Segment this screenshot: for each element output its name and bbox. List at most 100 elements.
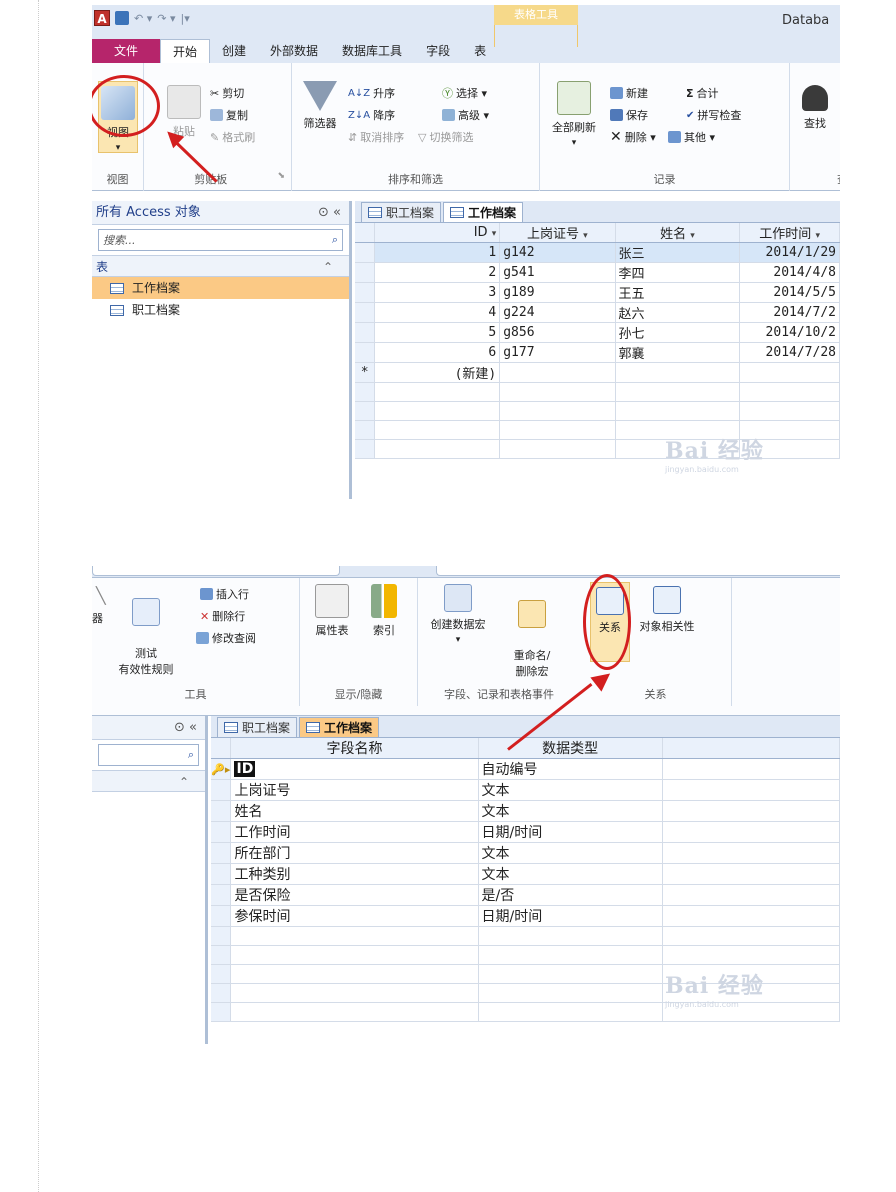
modify-lookups-button[interactable]: 修改查阅 <box>196 630 256 646</box>
search-icon[interactable]: ⌕ <box>188 748 194 762</box>
data-type-cell[interactable]: 日期/时间 <box>478 821 663 843</box>
description-cell[interactable] <box>662 842 840 864</box>
more-button[interactable]: 其他 ▾ <box>668 129 715 145</box>
cell-cert[interactable]: g189 <box>499 282 616 303</box>
select-all-corner[interactable] <box>355 223 376 243</box>
builder-button[interactable]: 器 <box>92 610 103 626</box>
new-record-row[interactable]: * (新建) <box>355 362 840 383</box>
cell-work-time[interactable]: 2014/7/2 <box>739 302 840 323</box>
toggle-filter-button[interactable]: ▽ 切换筛选 <box>418 129 473 145</box>
field-name-cell[interactable]: 姓名 <box>230 800 479 822</box>
save-record-button[interactable]: 保存 <box>610 107 648 123</box>
nav-collapse-icon[interactable]: ⊙ « <box>174 716 197 739</box>
row-selector[interactable] <box>211 905 232 927</box>
data-type-cell[interactable]: 文本 <box>478 800 663 822</box>
format-painter-button[interactable]: ✎ 格式刷 <box>210 129 255 145</box>
cell-name[interactable]: 孙七 <box>615 322 741 343</box>
search-icon[interactable]: ⌕ <box>332 233 338 247</box>
cell-id[interactable]: 1 <box>374 242 501 263</box>
cell-name[interactable]: 郭襄 <box>615 342 741 363</box>
save-icon[interactable] <box>115 11 129 25</box>
data-type-cell[interactable]: 自动编号 <box>478 758 663 780</box>
description-cell[interactable] <box>662 800 840 822</box>
tab-external-data[interactable]: 外部数据 <box>258 39 330 63</box>
table-row[interactable]: 6 g177 郭襄 2014/7/28 <box>355 342 840 363</box>
chevron-up-icon[interactable]: ⌃ <box>323 256 333 276</box>
filter-button[interactable]: 筛选器 <box>298 81 342 131</box>
description-cell[interactable] <box>662 758 840 780</box>
row-selector[interactable] <box>355 322 376 343</box>
copy-button[interactable]: 复制 <box>210 107 248 123</box>
data-type-cell[interactable]: 文本 <box>478 842 663 864</box>
cell-work-time[interactable]: 2014/5/5 <box>739 282 840 303</box>
cell-cert[interactable]: g224 <box>499 302 616 323</box>
doc-tab-work-records[interactable]: 工作档案 <box>299 717 380 737</box>
delete-record-button[interactable]: ✕ 删除 ▾ <box>610 129 656 145</box>
description-cell[interactable] <box>662 779 840 801</box>
field-row[interactable]: 参保时间 日期/时间 <box>211 905 840 927</box>
data-type-cell[interactable]: 文本 <box>478 779 663 801</box>
nav-pane-header[interactable]: 所有 Access 对象 ⊙ « <box>92 201 349 225</box>
data-type-cell[interactable]: 是/否 <box>478 884 663 906</box>
dialog-launcher-icon[interactable]: ⬊ <box>277 171 285 181</box>
row-selector[interactable] <box>211 863 232 885</box>
cell-work-time[interactable]: 2014/1/29 <box>739 242 840 263</box>
nav-search-box[interactable]: 搜索... ⌕ <box>98 229 343 251</box>
tab-fields[interactable]: 字段 <box>414 39 462 63</box>
nav-pane-header[interactable]: ⊙ « <box>92 716 205 740</box>
column-dropdown-icon[interactable]: ▾ <box>492 229 497 239</box>
column-header-name[interactable]: 姓名 ▾ <box>615 223 741 243</box>
row-selector[interactable] <box>211 821 232 843</box>
cell-work-time[interactable]: 2014/4/8 <box>739 262 840 283</box>
column-dropdown-icon[interactable]: ▾ <box>583 231 588 241</box>
cell-new-placeholder[interactable]: (新建) <box>374 362 501 383</box>
cell-cert[interactable]: g856 <box>499 322 616 343</box>
table-row[interactable]: 1 g142 张三 2014/1/29 <box>355 242 840 263</box>
sort-ascending-button[interactable]: A↓Z 升序 <box>348 85 395 101</box>
cut-button[interactable]: ✂ 剪切 <box>210 85 244 101</box>
description-cell[interactable] <box>662 905 840 927</box>
clear-sort-button[interactable]: ⇵ 取消排序 <box>348 129 404 145</box>
field-row[interactable]: 工作时间 日期/时间 <box>211 821 840 843</box>
field-name-cell[interactable]: 工种类别 <box>230 863 479 885</box>
row-selector[interactable] <box>211 842 232 864</box>
cell-cert[interactable]: g177 <box>499 342 616 363</box>
totals-button[interactable]: Σ 合计 <box>686 85 719 101</box>
table-row[interactable]: 4 g224 赵六 2014/7/2 <box>355 302 840 323</box>
row-selector[interactable] <box>355 302 376 323</box>
spelling-button[interactable]: ✔ 拼写检查 <box>686 107 741 123</box>
redo-icon[interactable]: ↷ ▾ <box>157 12 175 25</box>
selection-button[interactable]: Ⓨ 选择 ▾ <box>442 85 487 101</box>
cell-id[interactable]: 4 <box>374 302 501 323</box>
cell-empty[interactable] <box>615 362 741 383</box>
advanced-button[interactable]: 高级 ▾ <box>442 107 489 123</box>
cell-cert[interactable]: g142 <box>499 242 616 263</box>
doc-tab-staff-records[interactable]: 职工档案 <box>361 202 442 222</box>
object-dependencies-button[interactable]: 对象相关性 <box>632 586 702 634</box>
row-selector[interactable] <box>355 342 376 363</box>
field-name-cell[interactable]: 工作时间 <box>230 821 479 843</box>
customize-qat-icon[interactable]: |▾ <box>181 12 190 25</box>
cell-cert[interactable]: g541 <box>499 262 616 283</box>
nav-item-work-records[interactable]: 工作档案 <box>92 277 349 299</box>
nav-collapse-icon[interactable]: ⊙ « <box>318 201 341 224</box>
cell-name[interactable]: 张三 <box>615 242 741 263</box>
field-row[interactable]: 🔑▸ ID 自动编号 <box>211 758 840 780</box>
field-name-cell[interactable]: 参保时间 <box>230 905 479 927</box>
cell-name[interactable]: 李四 <box>615 262 741 283</box>
test-validation-rules-button[interactable]: 测试 有效性规则 <box>116 582 176 678</box>
column-dropdown-icon[interactable]: ▾ <box>815 231 820 241</box>
cell-work-time[interactable]: 2014/7/28 <box>739 342 840 363</box>
doc-tab-work-records[interactable]: 工作档案 <box>443 202 524 222</box>
tab-create[interactable]: 创建 <box>210 39 258 63</box>
description-cell[interactable] <box>662 884 840 906</box>
column-header-work-time[interactable]: 工作时间 ▾ <box>739 223 840 243</box>
delete-rows-button[interactable]: ✕ 删除行 <box>200 608 245 624</box>
create-data-macros-button[interactable]: 创建数据宏 ▾ <box>422 584 494 645</box>
doc-tab-staff-records[interactable]: 职工档案 <box>217 717 298 737</box>
tab-database-tools[interactable]: 数据库工具 <box>330 39 414 63</box>
tab-home[interactable]: 开始 <box>160 39 211 63</box>
row-selector[interactable] <box>355 282 376 303</box>
cell-work-time[interactable]: 2014/10/2 <box>739 322 840 343</box>
insert-rows-button[interactable]: 插入行 <box>200 586 249 602</box>
